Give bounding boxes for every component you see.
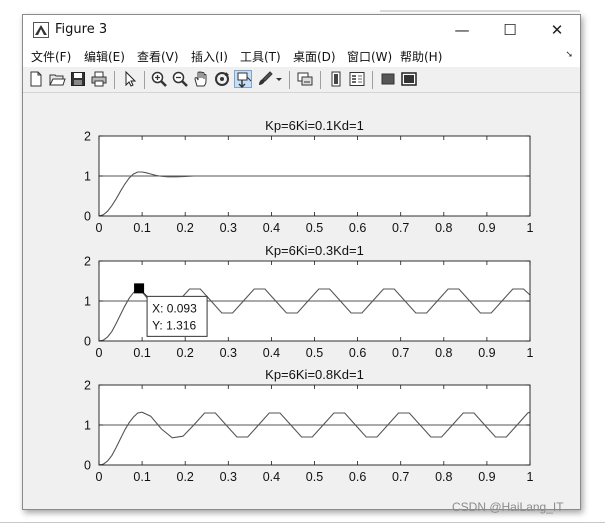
datatip-marker[interactable] — [134, 283, 145, 294]
x-tick-label: 0.1 — [133, 221, 150, 235]
x-tick-label: 0.9 — [478, 346, 495, 360]
figure-window: Figure 3 — ☐ ✕ 文件(F) 编辑(E) 查看(V) 插入(I) 工… — [22, 14, 581, 510]
y-tick-label: 1 — [84, 419, 91, 433]
x-tick-label: 0.8 — [435, 346, 452, 360]
toolbar-separator — [144, 71, 145, 89]
x-tick-label: 0.6 — [349, 221, 366, 235]
y-tick-label: 1 — [84, 170, 91, 184]
chevron-down-icon[interactable] — [274, 70, 284, 88]
save-icon[interactable] — [69, 70, 87, 88]
x-tick-label: 0.6 — [349, 346, 366, 360]
legend-icon[interactable] — [348, 70, 366, 88]
x-tick-label: 0 — [96, 346, 103, 360]
x-tick-label: 0.2 — [177, 470, 194, 484]
plots-svg: Kp=6Ki=0.1Kd=1 0 0.1 0.2 0.3 0.4 0.5 0.6 0.7 0.8 0… — [84, 118, 534, 484]
x-tick-label: 0.8 — [435, 221, 452, 235]
y-tick-label: 2 — [84, 255, 91, 269]
x-tick-label: 0.5 — [306, 221, 323, 235]
x-tick-label: 0.4 — [263, 346, 280, 360]
figure-toolbar — [23, 67, 580, 93]
matlab-figure-icon — [33, 22, 49, 38]
toolbar-separator — [372, 71, 373, 89]
menu-insert[interactable]: 插入(I) — [191, 48, 228, 65]
minimize-button[interactable]: — — [439, 15, 485, 45]
x-tick-label: 0.3 — [220, 221, 237, 235]
menu-bar: 文件(F) 编辑(E) 查看(V) 插入(I) 工具(T) 桌面(D) 窗口(W… — [23, 45, 580, 67]
toolbar-separator — [114, 71, 115, 89]
menu-edit[interactable]: 编辑(E) — [84, 48, 125, 65]
x-tick-label: 0.7 — [392, 346, 409, 360]
link-plot-icon[interactable] — [296, 70, 314, 88]
x-tick-label: 0 — [96, 470, 103, 484]
show-tools-icon[interactable] — [400, 70, 418, 88]
x-tick-label: 0.8 — [435, 470, 452, 484]
menu-view[interactable]: 查看(V) — [137, 48, 179, 65]
x-tick-label: 0.5 — [306, 346, 323, 360]
axes-title-1: Kp=6Ki=0.1Kd=1 — [265, 118, 364, 133]
x-tick-label: 1 — [527, 346, 534, 360]
menu-window[interactable]: 窗口(W) — [347, 48, 392, 65]
x-tick-label: 0.7 — [392, 221, 409, 235]
menu-file[interactable]: 文件(F) — [31, 48, 71, 65]
hide-tools-icon[interactable] — [379, 70, 397, 88]
pan-icon[interactable] — [192, 70, 210, 88]
rotate-icon[interactable] — [213, 70, 231, 88]
datatip-x-label: X: 0.093 — [152, 301, 197, 315]
toolbar-separator — [320, 71, 321, 89]
menu-desktop[interactable]: 桌面(D) — [293, 48, 336, 65]
new-figure-icon[interactable] — [27, 70, 45, 88]
y-tick-label: 2 — [84, 130, 91, 144]
print-icon[interactable] — [90, 70, 108, 88]
axes-title-3: Kp=6Ki=0.8Kd=1 — [265, 367, 364, 382]
y-tick-label: 2 — [84, 379, 91, 393]
x-tick-label: 1 — [527, 470, 534, 484]
background-rule — [380, 10, 580, 12]
x-tick-label: 0.1 — [133, 346, 150, 360]
zoom-in-icon[interactable] — [150, 70, 168, 88]
menu-help[interactable]: 帮助(H) — [400, 48, 442, 65]
x-tick-label: 0.4 — [263, 470, 280, 484]
window-title: Figure 3 — [55, 22, 108, 37]
x-tick-label: 0 — [96, 221, 103, 235]
title-bar[interactable]: Figure 3 — ☐ ✕ — [23, 15, 580, 45]
axes-title-2: Kp=6Ki=0.3Kd=1 — [265, 243, 364, 258]
menu-overflow-icon[interactable]: ➘ — [565, 50, 573, 60]
x-tick-label: 0.7 — [392, 470, 409, 484]
x-tick-label: 1 — [527, 221, 534, 235]
y-tick-label: 0 — [84, 459, 91, 473]
y-tick-label: 0 — [84, 335, 91, 349]
maximize-button[interactable]: ☐ — [487, 15, 533, 45]
x-tick-label: 0.4 — [263, 221, 280, 235]
x-tick-label: 0.3 — [220, 470, 237, 484]
data-cursor-icon[interactable] — [234, 70, 252, 88]
x-tick-label: 0.9 — [478, 470, 495, 484]
x-tick-label: 0.1 — [133, 470, 150, 484]
zoom-out-icon[interactable] — [171, 70, 189, 88]
figure-canvas: Kp=6Ki=0.1Kd=1 0 0.1 0.2 0.3 0.4 0.5 0.6 0.7 0.8 0… — [23, 94, 580, 509]
x-tick-label: 0.2 — [177, 346, 194, 360]
background-rule — [0, 522, 605, 523]
x-tick-label: 0.5 — [306, 470, 323, 484]
x-tick-label: 0.2 — [177, 221, 194, 235]
colorbar-icon[interactable] — [327, 70, 345, 88]
open-icon[interactable] — [48, 70, 66, 88]
y-tick-label: 1 — [84, 295, 91, 309]
toolbar-separator — [289, 71, 290, 89]
datatip-y-label: Y: 1.316 — [152, 318, 196, 332]
pointer-icon[interactable] — [121, 70, 139, 88]
menu-tools[interactable]: 工具(T) — [240, 48, 281, 65]
y-tick-label: 0 — [84, 210, 91, 224]
brush-icon[interactable] — [256, 70, 274, 88]
x-tick-label: 0.9 — [478, 221, 495, 235]
x-tick-label: 0.6 — [349, 470, 366, 484]
x-tick-label: 0.3 — [220, 346, 237, 360]
watermark: CSDN @HaiLang_IT — [452, 500, 564, 514]
close-button[interactable]: ✕ — [534, 15, 580, 45]
